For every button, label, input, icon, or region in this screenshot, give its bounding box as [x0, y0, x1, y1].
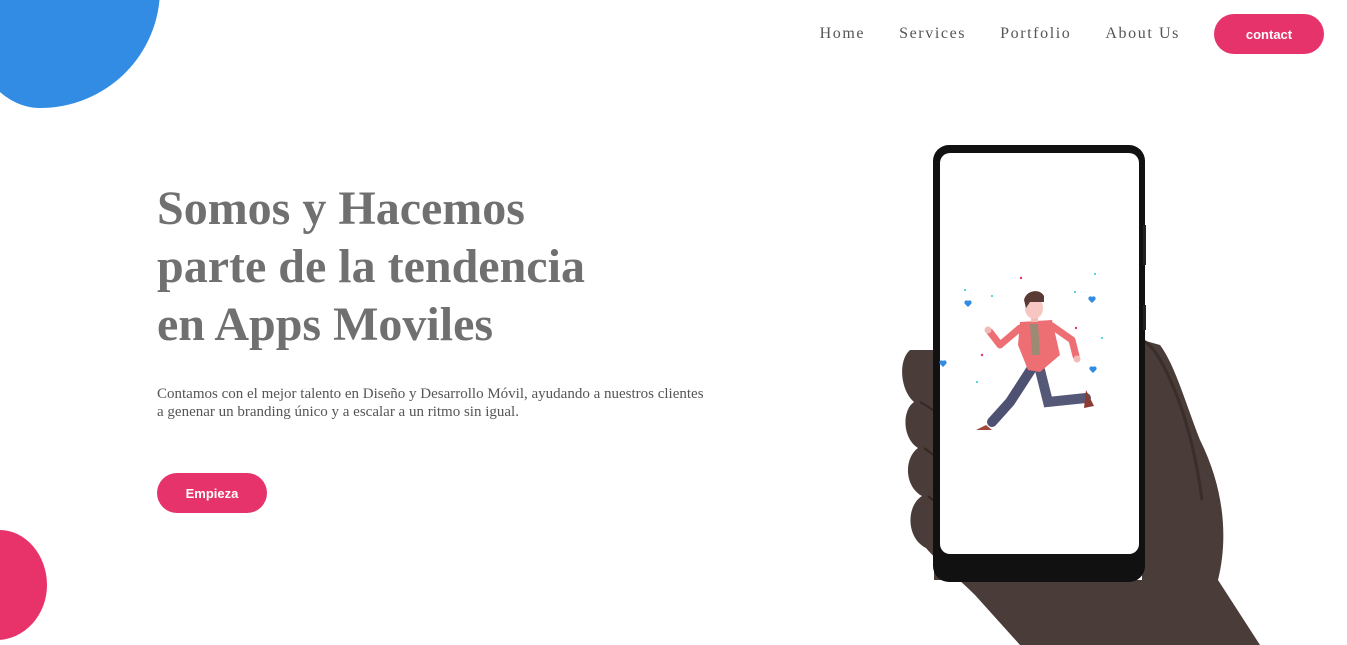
main-nav: Home Services Portfolio About Us contact — [820, 14, 1324, 54]
hero-title-line: parte de la tendencia — [157, 240, 585, 293]
nav-link-portfolio[interactable]: Portfolio — [1000, 25, 1071, 43]
contact-button[interactable]: contact — [1214, 14, 1324, 54]
nav-link-about-us[interactable]: About Us — [1105, 25, 1180, 43]
hero-description: Contamos con el mejor talento en Diseño … — [157, 385, 757, 421]
hero-description-line: a genenar un branding único y a escalar … — [157, 404, 519, 420]
nav-link-services[interactable]: Services — [899, 25, 966, 43]
hero-title-line: Somos y Hacemos — [157, 182, 525, 235]
hero-description-line: Contamos con el mejor talento en Diseño … — [157, 386, 704, 402]
hero-title-line: en Apps Moviles — [157, 298, 494, 351]
decorative-blob-pink — [0, 530, 47, 640]
hand-holding-phone-illustration — [902, 145, 1260, 645]
nav-link-home[interactable]: Home — [820, 25, 866, 43]
hero-title: Somos y Hacemos parte de la tendencia en… — [157, 180, 585, 354]
start-button[interactable]: Empieza — [157, 473, 267, 513]
decorative-blob-blue — [0, 0, 160, 108]
